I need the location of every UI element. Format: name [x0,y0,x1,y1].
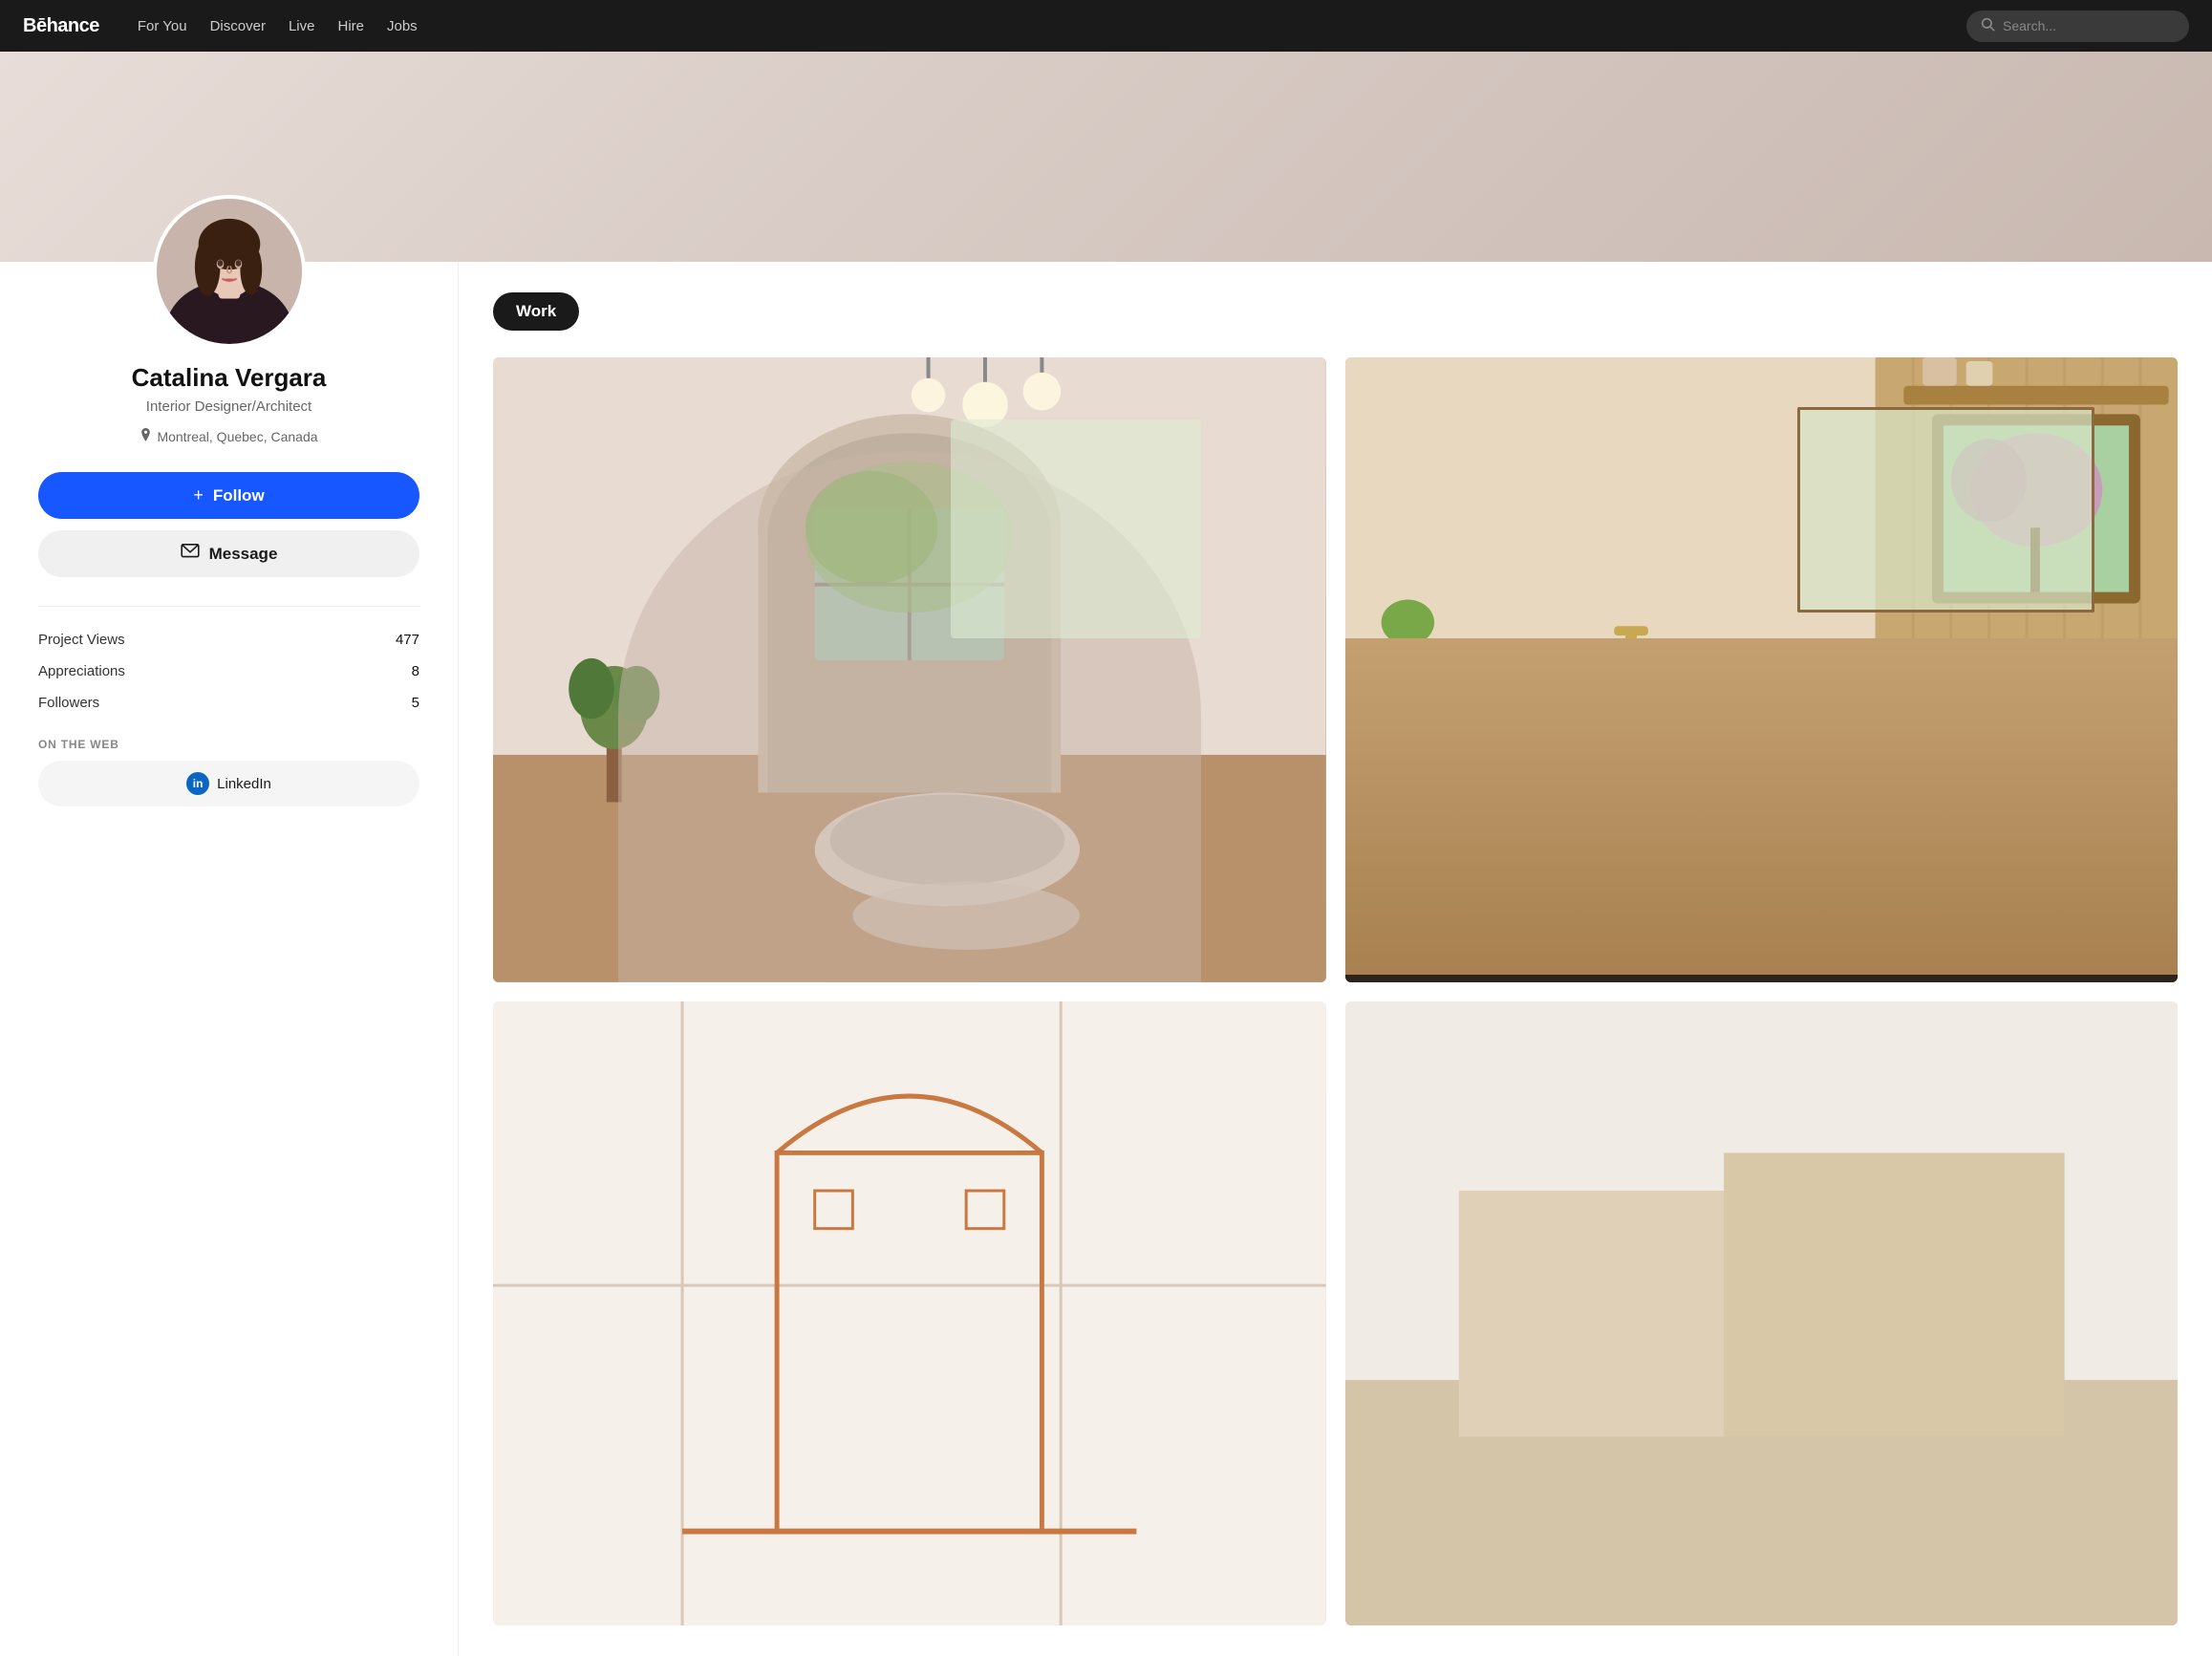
follow-label: Follow [213,486,265,505]
profile-sidebar: Catalina Vergara Interior Designer/Archi… [0,262,459,1656]
appreciations-value: 8 [412,663,419,679]
linkedin-label: LinkedIn [217,776,271,792]
message-icon [181,544,200,564]
main-content: Work [459,262,2212,1656]
linkedin-icon: in [186,772,209,795]
project-views-value: 477 [396,632,419,648]
avatar-wrap [153,195,306,348]
search-input[interactable] [2003,18,2176,33]
project-2-dark-bar [1345,975,2179,982]
behance-logo[interactable]: Bēhance [23,15,99,37]
nav-hire[interactable]: Hire [337,18,364,34]
main-layout: Catalina Vergara Interior Designer/Archi… [0,262,2212,1656]
project-views-label: Project Views [38,632,125,648]
profile-title: Interior Designer/Architect [146,398,311,415]
stat-appreciations: Appreciations 8 [38,656,419,687]
location-icon [140,428,152,445]
search-icon [1980,16,1995,36]
project-card-4[interactable] [1345,1001,2179,1626]
avatar [157,199,302,344]
message-button[interactable]: Message [38,530,419,577]
profile-location: Montreal, Quebec, Canada [140,428,317,445]
project-4-image [1345,1001,2179,1626]
nav-live[interactable]: Live [289,18,315,34]
stat-project-views: Project Views 477 [38,624,419,656]
nav-discover[interactable]: Discover [210,18,266,34]
project-1-image [493,357,1326,982]
on-web-label: ON THE WEB [38,738,419,751]
projects-grid [493,357,2178,1625]
project-card-1[interactable] [493,357,1326,982]
linkedin-button[interactable]: in LinkedIn [38,761,419,806]
hero-banner [0,52,2212,262]
appreciations-label: Appreciations [38,663,125,679]
nav-for-you[interactable]: For You [138,18,187,34]
navbar: Bēhance For You Discover Live Hire Jobs [0,0,2212,52]
follow-button[interactable]: + Follow [38,472,419,519]
follow-plus-icon: + [193,485,204,505]
location-text: Montreal, Quebec, Canada [157,429,317,444]
profile-name: Catalina Vergara [132,363,327,393]
on-web-section: ON THE WEB in LinkedIn [38,738,419,806]
followers-label: Followers [38,695,99,711]
nav-links: For You Discover Live Hire Jobs [138,18,1936,34]
search-bar [1966,11,2189,42]
followers-value: 5 [412,695,419,711]
project-2-image [1345,357,2179,982]
stats-section: Project Views 477 Appreciations 8 Follow… [38,606,419,719]
nav-jobs[interactable]: Jobs [387,18,418,34]
work-tab-button[interactable]: Work [493,292,579,331]
project-3-image [493,1001,1326,1626]
project-card-2[interactable] [1345,357,2179,982]
message-label: Message [209,545,278,564]
stat-followers: Followers 5 [38,687,419,719]
project-card-3[interactable] [493,1001,1326,1626]
